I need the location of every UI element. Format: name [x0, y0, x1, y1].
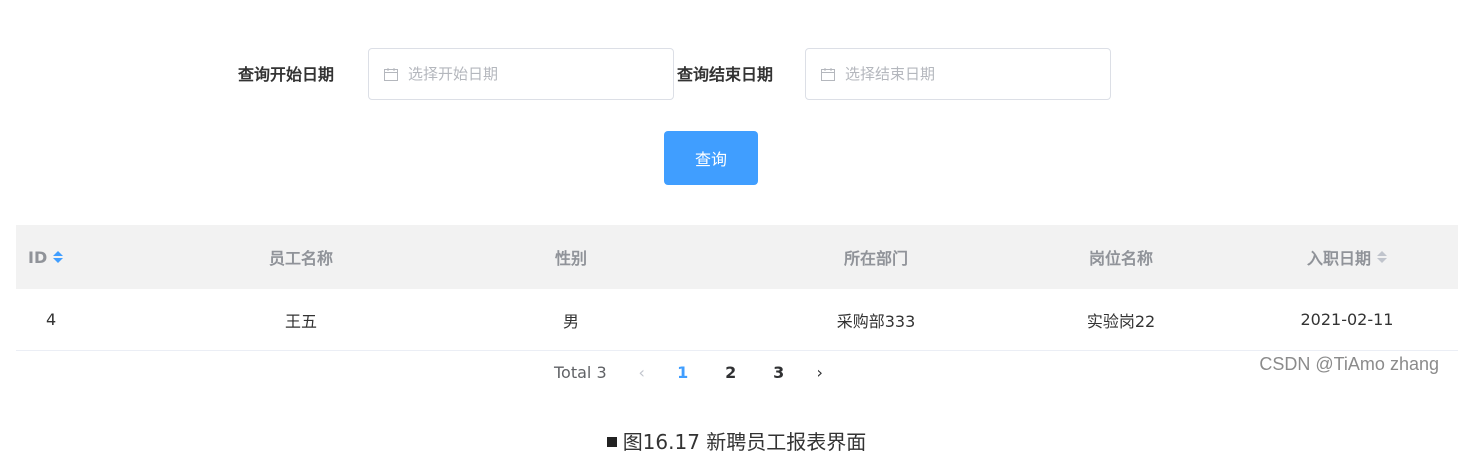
start-date-picker[interactable] — [368, 48, 674, 100]
end-date-picker[interactable] — [805, 48, 1111, 100]
caption-text: 图16.17 新聘员工报表界面 — [622, 430, 867, 454]
pagination-total: Total 3 — [554, 362, 607, 382]
start-date-input[interactable] — [406, 64, 630, 84]
cell-position: 实验岗22 — [1086, 311, 1156, 331]
column-label: 入职日期 — [1306, 249, 1371, 268]
employee-table: ID 员工名称 性别 所在部门 岗位名称 入职日期 4 王五 男 采购部333 … — [16, 225, 1458, 351]
column-header-id[interactable]: ID — [16, 248, 206, 267]
cell-department: 采购部333 — [836, 311, 916, 331]
page-3[interactable]: 3 — [755, 363, 803, 382]
end-date-input[interactable] — [843, 64, 1067, 84]
cell-name: 王五 — [284, 311, 317, 331]
sort-icon[interactable] — [1377, 251, 1387, 263]
column-header-hire-date[interactable]: 入职日期 — [1236, 245, 1458, 269]
column-header-position: 岗位名称 — [1088, 249, 1153, 268]
column-header-name: 员工名称 — [268, 249, 333, 268]
column-label: ID — [28, 247, 48, 267]
sort-icon[interactable] — [53, 251, 64, 263]
query-button[interactable]: 查询 — [664, 131, 758, 185]
calendar-icon — [384, 67, 398, 81]
calendar-icon — [821, 67, 835, 81]
page-1[interactable]: 1 — [659, 363, 707, 382]
figure-caption: 图16.17 新聘员工报表界面 — [0, 426, 1473, 455]
start-date-label: 查询开始日期 — [238, 65, 335, 84]
table-header: ID 员工名称 性别 所在部门 岗位名称 入职日期 — [16, 225, 1458, 289]
watermark: CSDN @TiAmo zhang — [1259, 354, 1439, 374]
page-2[interactable]: 2 — [707, 363, 755, 382]
cell-id: 4 — [46, 310, 57, 329]
column-header-department: 所在部门 — [843, 249, 908, 268]
end-date-label: 查询结束日期 — [677, 65, 774, 84]
cell-hire-date: 2021-02-11 — [1300, 310, 1394, 329]
pagination: Total 3 ‹ 1 2 3 › — [554, 352, 837, 392]
table-row[interactable]: 4 王五 男 采购部333 实验岗22 2021-02-11 — [16, 289, 1458, 351]
next-page-icon[interactable]: › — [803, 363, 837, 382]
prev-page-icon[interactable]: ‹ — [625, 363, 659, 382]
bullet-square-icon — [606, 437, 617, 447]
column-header-gender: 性别 — [554, 249, 587, 268]
cell-gender: 男 — [562, 311, 579, 331]
